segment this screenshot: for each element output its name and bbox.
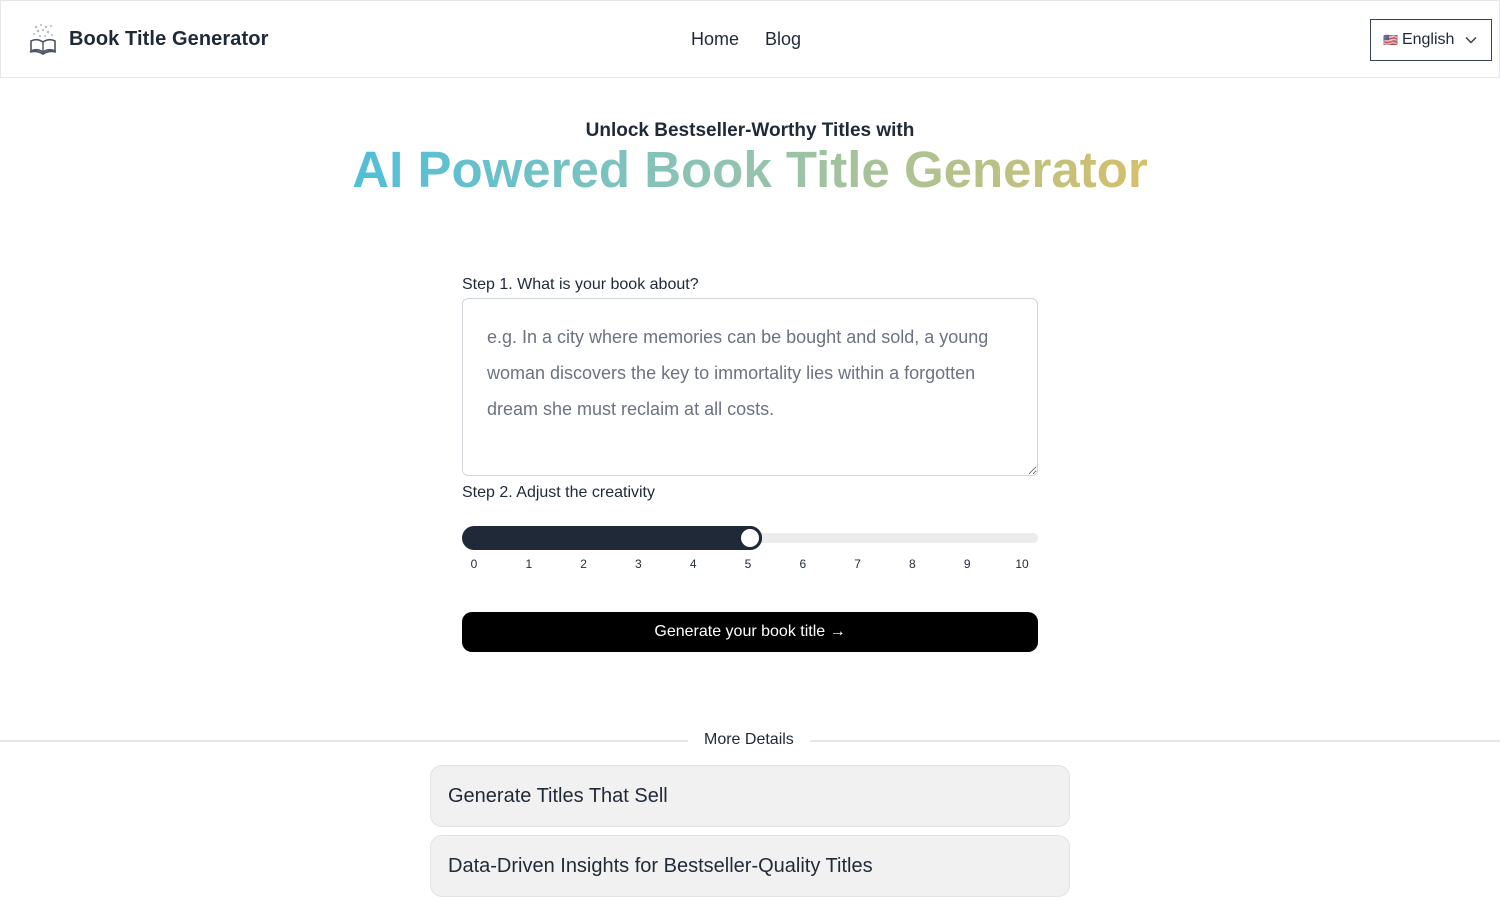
hero-title: AI Powered Book Title Generator	[0, 140, 1500, 200]
us-flag-icon: 🇺🇸	[1383, 33, 1398, 47]
slider-tick-label: 6	[799, 557, 807, 571]
more-details-label: More Details	[688, 731, 810, 749]
slider-tick-label: 7	[854, 557, 861, 571]
hero-subtitle: Unlock Bestseller-Worthy Titles with	[585, 120, 915, 141]
main-nav: Home Blog	[691, 29, 801, 50]
slider-tick-label: 5	[744, 557, 752, 571]
slider-tick-label: 3	[635, 557, 642, 571]
slider-tick-label: 1	[525, 557, 533, 571]
slider-tick-label: 0	[470, 557, 478, 571]
slider-tick-label: 8	[909, 557, 916, 571]
slider-tick-label: 4	[689, 557, 697, 571]
slider-tick-labels: 0 1 2 3 4 5 6 7 8 9 10	[462, 557, 1038, 571]
slider-tick-label: 2	[580, 557, 587, 571]
brand-link[interactable]: Book Title Generator	[28, 23, 268, 55]
accordion-data-driven-insights[interactable]: Data-Driven Insights for Bestseller-Qual…	[430, 835, 1070, 897]
hero-title-text: AI Powered Book Title Generator	[348, 141, 1151, 198]
slider-fill	[462, 526, 762, 550]
slider-tick-label: 10	[1015, 557, 1029, 571]
step2-label: Step 2. Adjust the creativity	[462, 484, 655, 501]
chevron-down-icon	[1465, 36, 1477, 44]
slider-thumb[interactable]	[738, 526, 762, 550]
step1-label: Step 1. What is your book about?	[462, 276, 699, 293]
open-book-icon	[29, 24, 57, 55]
slider-tick-label: 9	[963, 557, 971, 571]
nav-home-link[interactable]: Home	[691, 29, 739, 50]
accordion-title: Generate Titles That Sell	[448, 784, 668, 807]
site-header: Book Title Generator Home Blog 🇺🇸 Englis…	[0, 0, 1500, 78]
nav-blog-link[interactable]: Blog	[765, 29, 801, 50]
language-selected-label: English	[1401, 31, 1455, 48]
book-description-input[interactable]	[462, 298, 1038, 476]
creativity-slider[interactable]	[462, 526, 1038, 550]
accordion-title: Data-Driven Insights for Bestseller-Qual…	[448, 854, 873, 877]
generate-title-button[interactable]: Generate your book title →	[462, 612, 1038, 652]
accordion-generate-titles-that-sell[interactable]: Generate Titles That Sell	[430, 765, 1070, 827]
brand-name: Book Title Generator	[69, 27, 269, 50]
language-select[interactable]: 🇺🇸 English	[1370, 19, 1492, 61]
